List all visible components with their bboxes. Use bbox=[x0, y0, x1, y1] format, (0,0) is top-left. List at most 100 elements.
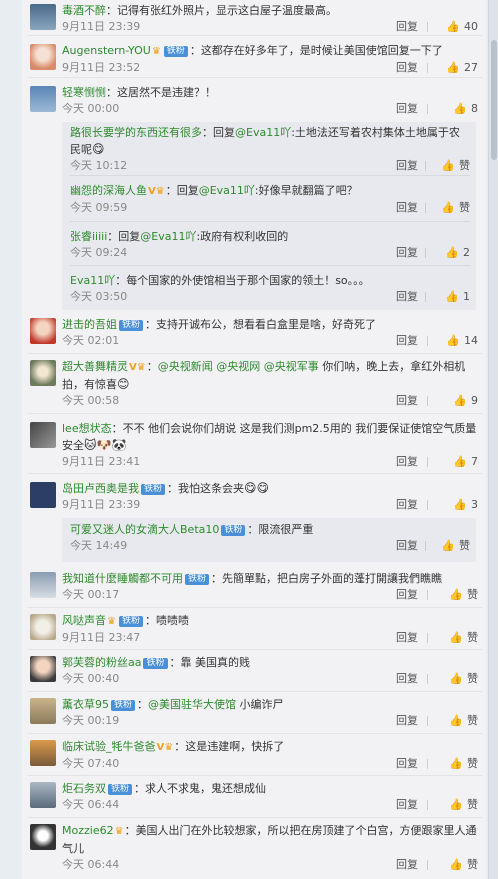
avatar[interactable] bbox=[30, 360, 56, 386]
mention-link[interactable]: @央视军事 bbox=[264, 360, 319, 373]
comment-username[interactable]: Mozzie62 bbox=[62, 824, 114, 837]
subreply-username[interactable]: Eva11吖 bbox=[70, 274, 115, 287]
comment-username[interactable]: 临床试验_牦牛爸爸 bbox=[62, 740, 156, 753]
avatar[interactable] bbox=[30, 4, 56, 30]
like-button[interactable]: 👍 赞 bbox=[434, 587, 478, 603]
subreply-time: 今天 03:50 bbox=[70, 290, 128, 303]
avatar[interactable] bbox=[30, 422, 56, 448]
comment-username[interactable]: 薰衣草95 bbox=[62, 698, 109, 711]
comment-username[interactable]: 毒酒不醉 bbox=[62, 4, 106, 17]
comment-username[interactable]: 超大善舞精灵 bbox=[62, 360, 128, 373]
subreply-username[interactable]: 路很长要学的东西还有很多 bbox=[70, 126, 202, 139]
subreply-username[interactable]: 可爱又迷人的女滴大人Beta10 bbox=[70, 523, 219, 536]
subreply-item: 路很长要学的东西还有很多：回复@Eva11吖:土地法还写着农村集体土地属于农民呢… bbox=[70, 124, 470, 176]
mention-link[interactable]: @美国驻华大使馆 bbox=[148, 698, 236, 711]
reply-button[interactable]: 回复 bbox=[396, 393, 418, 409]
reply-button[interactable]: 回复 bbox=[396, 19, 418, 35]
thumbs-up-icon: 👍 bbox=[453, 455, 467, 468]
comment-time: 今天 06:44 bbox=[62, 858, 120, 871]
avatar[interactable] bbox=[30, 482, 56, 508]
like-button[interactable]: 👍 赞 bbox=[432, 158, 470, 174]
comment-username[interactable]: 轻寒恻恻 bbox=[62, 86, 106, 99]
reply-button[interactable]: 回复 bbox=[396, 797, 418, 813]
reply-button[interactable]: 回复 bbox=[396, 245, 418, 261]
avatar[interactable] bbox=[30, 614, 56, 640]
avatar[interactable] bbox=[30, 44, 56, 70]
like-count: 14 bbox=[464, 334, 478, 347]
mention-link[interactable]: @Eva11吖 bbox=[235, 126, 291, 139]
reply-button[interactable]: 回复 bbox=[396, 454, 418, 470]
reply-button[interactable]: 回复 bbox=[396, 200, 418, 216]
avatar[interactable] bbox=[30, 824, 56, 850]
mention-link[interactable]: @央视新闻 bbox=[158, 360, 213, 373]
comment-username[interactable]: 风哒声音 bbox=[62, 614, 106, 627]
reply-button[interactable]: 回复 bbox=[396, 497, 418, 513]
reply-button[interactable]: 回复 bbox=[396, 333, 418, 349]
comment-text: 啧啧啧 bbox=[155, 614, 189, 627]
reply-button[interactable]: 回复 bbox=[396, 538, 418, 554]
reply-button[interactable]: 回复 bbox=[396, 713, 418, 729]
like-button[interactable]: 👍 赞 bbox=[434, 857, 478, 873]
reply-button[interactable]: 回复 bbox=[396, 101, 418, 117]
reply-prefix: 回复 bbox=[118, 230, 141, 243]
mention-link[interactable]: @Eva11吖 bbox=[140, 230, 196, 243]
vip-badge-icon: ♛ bbox=[151, 46, 161, 57]
comment-text: 先簡單點，把白房子外面的蓬打開讓我們瞧瞧 bbox=[222, 572, 443, 585]
mention-link[interactable]: @央视网 bbox=[216, 360, 260, 373]
like-button[interactable]: 👍 7 bbox=[434, 454, 478, 470]
avatar[interactable] bbox=[30, 86, 56, 112]
comment-username[interactable]: 郭芙蓉的粉丝aa bbox=[62, 656, 141, 669]
vip-badge-icon: V♛ bbox=[156, 742, 174, 753]
like-count: 9 bbox=[471, 394, 478, 407]
reply-button[interactable]: 回复 bbox=[396, 158, 418, 174]
like-button[interactable]: 👍 3 bbox=[434, 497, 478, 513]
like-button[interactable]: 👍 赞 bbox=[434, 797, 478, 813]
avatar[interactable] bbox=[30, 656, 56, 682]
avatar[interactable] bbox=[30, 782, 56, 808]
like-button[interactable]: 👍 8 bbox=[434, 101, 478, 117]
reply-button[interactable]: 回复 bbox=[396, 671, 418, 687]
scroll-thumb[interactable] bbox=[491, 40, 497, 160]
emoji-icon: 🐱🐶🐼 bbox=[84, 438, 127, 452]
like-button[interactable]: 👍 27 bbox=[434, 60, 478, 76]
avatar[interactable] bbox=[30, 740, 56, 766]
reply-prefix: 回复 bbox=[213, 126, 235, 139]
comment-text: 这都存在好多年了，是时候让美国使馆回复一下了 bbox=[200, 44, 443, 57]
comment-item: 超大善舞精灵V♛：@央视新闻 @央视网 @央视军事 你们呐，晚上去，拿红外相机拍… bbox=[28, 356, 482, 414]
avatar[interactable] bbox=[30, 698, 56, 724]
like-button[interactable]: 👍 40 bbox=[434, 19, 478, 35]
comment-username[interactable]: lee想状态 bbox=[62, 422, 112, 435]
reply-button[interactable]: 回复 bbox=[396, 587, 418, 603]
like-button[interactable]: 👍 赞 bbox=[432, 200, 470, 216]
like-button[interactable]: 👍 赞 bbox=[434, 671, 478, 687]
subreply-username[interactable]: 幽怨的深海人鱼 bbox=[70, 184, 147, 197]
reply-button[interactable]: 回复 bbox=[396, 756, 418, 772]
comment-username[interactable]: Augenstern-YOU bbox=[62, 44, 151, 57]
reply-button[interactable]: 回复 bbox=[396, 857, 418, 873]
comment-username[interactable]: 炬石务双 bbox=[62, 782, 106, 795]
like-button[interactable]: 👍 赞 bbox=[434, 630, 478, 646]
reply-button[interactable]: 回复 bbox=[396, 289, 418, 305]
thumbs-up-icon: 👍 bbox=[449, 757, 463, 770]
mention-link[interactable]: @Eva11吖 bbox=[199, 184, 255, 197]
reply-button[interactable]: 回复 bbox=[396, 60, 418, 76]
comment-username[interactable]: 我知道什麼睡觸都不可用 bbox=[62, 572, 183, 585]
vip-badge-icon: V♛ bbox=[129, 362, 146, 373]
like-button[interactable]: 👍 赞 bbox=[434, 713, 478, 729]
avatar[interactable] bbox=[30, 572, 56, 598]
avatar[interactable] bbox=[30, 318, 56, 344]
like-button[interactable]: 👍 赞 bbox=[434, 756, 478, 772]
like-button[interactable]: 👍 赞 bbox=[432, 538, 470, 554]
like-button[interactable]: 👍 14 bbox=[434, 333, 478, 349]
like-button[interactable]: 👍 9 bbox=[434, 393, 478, 409]
like-count: 2 bbox=[463, 246, 470, 259]
vip-badge-icon: V♛ bbox=[148, 186, 165, 197]
comment-username[interactable]: 进击的吾姐 bbox=[62, 318, 117, 331]
subreply-username[interactable]: 张睿iiiii bbox=[70, 230, 107, 243]
like-button[interactable]: 👍 1 bbox=[432, 289, 470, 305]
comment-username[interactable]: 岛田卢西奥是我 bbox=[62, 482, 139, 495]
reply-button[interactable]: 回复 bbox=[396, 630, 418, 646]
scrollbar[interactable] bbox=[488, 0, 498, 879]
like-button[interactable]: 👍 2 bbox=[432, 245, 470, 261]
subreply-time: 今天 14:49 bbox=[70, 539, 128, 552]
